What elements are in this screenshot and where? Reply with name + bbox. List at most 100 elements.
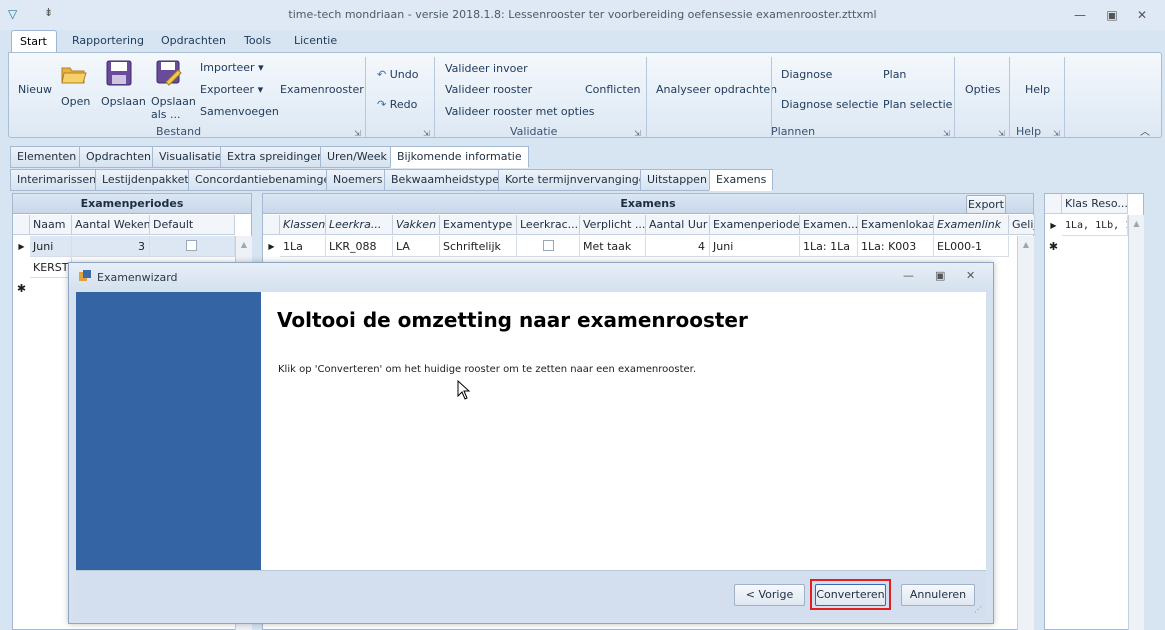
table-cell[interactable]: 4 <box>646 236 710 257</box>
minimize-icon[interactable]: — <box>1071 6 1089 24</box>
dialog-launcher-icon[interactable]: ⇲ <box>423 129 430 138</box>
scroll-up-icon[interactable]: ▲ <box>1129 219 1144 228</box>
annuleren-button[interactable]: Annuleren <box>901 584 975 606</box>
collapse-ribbon-icon[interactable]: ︿ <box>1140 123 1150 138</box>
table-cell[interactable]: 1La, 1Lb, 1L <box>1062 215 1128 236</box>
tab-concordantiebenamingen[interactable]: Concordantiebenamingen <box>188 169 345 191</box>
save-disk-icon[interactable] <box>106 60 132 86</box>
table-cell[interactable]: Schriftelijk <box>440 236 517 257</box>
valideer-invoer-button[interactable]: Valideer invoer <box>445 62 528 75</box>
column-header[interactable]: Vakken <box>393 215 440 235</box>
open-button[interactable]: Open <box>61 95 90 108</box>
vertical-scrollbar[interactable]: ▲ <box>1017 236 1034 630</box>
tab-opdrachten[interactable]: Opdrachten <box>153 30 234 52</box>
column-header[interactable]: Examenlink <box>934 215 1009 235</box>
converteren-button[interactable]: Converteren <box>815 584 886 606</box>
table-cell[interactable]: LKR_088 <box>326 236 393 257</box>
column-header[interactable]: Gelijk <box>1009 215 1035 235</box>
resize-grip-icon[interactable]: ⋰ <box>974 605 982 614</box>
save-as-icon[interactable] <box>156 60 182 86</box>
table-cell[interactable] <box>517 236 580 257</box>
export-button[interactable]: Export <box>966 195 1006 214</box>
tab-noemers[interactable]: Noemers <box>326 169 390 191</box>
table-cell[interactable]: Juni <box>710 236 800 257</box>
dialog-launcher-icon[interactable]: ⇲ <box>998 129 1005 138</box>
dialog-launcher-icon[interactable]: ⇲ <box>634 129 641 138</box>
tab-uren-week[interactable]: Uren/Week <box>320 146 394 168</box>
plan-selectie-button[interactable]: Plan selectie <box>883 98 952 111</box>
samenvoegen-button[interactable]: Samenvoegen <box>200 105 279 118</box>
nieuw-button[interactable]: Nieuw <box>18 83 52 96</box>
column-header[interactable]: Examenlokaal <box>858 215 934 235</box>
redo-button[interactable]: ↷ Redo <box>377 98 417 111</box>
tab-visualisatie[interactable]: Visualisatie <box>152 146 229 168</box>
tab-bekwaamheidstypes[interactable]: Bekwaamheidstypes <box>384 169 512 191</box>
help-button[interactable]: Help <box>1025 83 1050 96</box>
default-checkbox[interactable] <box>186 240 197 251</box>
diagnose-selectie-button[interactable]: Diagnose selectie <box>781 98 878 111</box>
leerkracht-checkbox[interactable] <box>543 240 554 251</box>
tab-elementen[interactable]: Elementen <box>10 146 84 168</box>
maximize-icon[interactable]: ▣ <box>1103 6 1121 24</box>
column-header[interactable]: Klassen <box>280 215 326 235</box>
column-header[interactable]: Examenperiodes <box>710 215 800 235</box>
dialog-launcher-icon[interactable]: ⇲ <box>354 129 361 138</box>
plan-button[interactable]: Plan <box>883 68 906 81</box>
column-header[interactable]: Klas Reso... <box>1062 194 1128 214</box>
analyseer-button[interactable]: Analyseer opdrachten <box>656 83 777 96</box>
tab-extra-spreidingen[interactable]: Extra spreidingen <box>220 146 332 168</box>
tab-bijkomende-informatie[interactable]: Bijkomende informatie <box>390 146 529 168</box>
vertical-scrollbar[interactable]: ▲ <box>1128 215 1144 630</box>
vorige-button[interactable]: < Vorige <box>734 584 805 606</box>
tab-interimarissen[interactable]: Interimarissen <box>10 169 104 191</box>
table-cell[interactable]: Juni <box>30 236 72 257</box>
scroll-up-icon[interactable]: ▲ <box>1018 240 1034 249</box>
open-folder-icon[interactable] <box>61 63 87 85</box>
column-header[interactable]: Examentype <box>440 215 517 235</box>
examenrooster-button[interactable]: Examenrooster <box>280 83 364 96</box>
importeer-dropdown[interactable]: Importeer ▾ <box>200 61 264 74</box>
opslaan-button[interactable]: Opslaan <box>101 95 146 108</box>
column-header[interactable]: Aantal Weken <box>72 215 150 235</box>
dialog-launcher-icon[interactable]: ⇲ <box>1053 129 1060 138</box>
maximize-icon[interactable]: ▣ <box>935 269 945 282</box>
table-cell[interactable]: 1La: 1La <box>800 236 858 257</box>
table-cell[interactable]: Met taak <box>580 236 646 257</box>
diagnose-button[interactable]: Diagnose <box>781 68 832 81</box>
tab-lestijdenpakket[interactable]: Lestijdenpakket <box>95 169 196 191</box>
table-cell[interactable]: EL000-1 <box>934 236 1009 257</box>
valideer-opties-button[interactable]: Valideer rooster met opties <box>445 105 595 118</box>
column-header[interactable]: Leerkrac... <box>517 215 580 235</box>
tab-tools[interactable]: Tools <box>236 30 279 52</box>
column-header[interactable]: Naam <box>30 215 72 235</box>
dialog-launcher-icon[interactable]: ⇲ <box>943 129 950 138</box>
table-cell[interactable] <box>150 236 235 257</box>
conflicten-button[interactable]: Conflicten <box>585 83 640 96</box>
column-header[interactable]: Verplicht ... <box>580 215 646 235</box>
tab-licentie[interactable]: Licentie <box>286 30 345 52</box>
opslaan-als-button[interactable]: Opslaan als ... <box>151 95 196 121</box>
close-icon[interactable]: ✕ <box>1133 6 1151 24</box>
table-cell[interactable]: 1La: K003 <box>858 236 934 257</box>
opties-button[interactable]: Opties <box>965 83 1001 96</box>
tab-korte-termijnvervangingen[interactable]: Korte termijnvervangingen <box>498 169 660 191</box>
tab-uitstappen[interactable]: Uitstappen <box>640 169 714 191</box>
tab-start[interactable]: Start <box>11 30 57 52</box>
table-cell[interactable]: KERST <box>30 257 72 278</box>
column-header[interactable]: Aantal Uur <box>646 215 710 235</box>
table-cell[interactable]: 1La <box>280 236 326 257</box>
tab-rapportering[interactable]: Rapportering <box>64 30 152 52</box>
valideer-rooster-button[interactable]: Valideer rooster <box>445 83 532 96</box>
scroll-up-icon[interactable]: ▲ <box>236 240 252 249</box>
tab-opdrachten[interactable]: Opdrachten <box>79 146 158 168</box>
table-cell[interactable]: 3 <box>72 236 150 257</box>
column-header[interactable]: Examen... <box>800 215 858 235</box>
table-cell[interactable]: LA <box>393 236 440 257</box>
minimize-icon[interactable]: — <box>903 269 914 282</box>
column-header[interactable]: Leerkra... <box>326 215 393 235</box>
undo-button[interactable]: ↶ Undo <box>377 68 418 81</box>
exporteer-dropdown[interactable]: Exporteer ▾ <box>200 83 263 96</box>
tab-examens[interactable]: Examens <box>709 169 774 191</box>
column-header[interactable]: Default <box>150 215 235 235</box>
close-icon[interactable]: ✕ <box>966 269 975 282</box>
